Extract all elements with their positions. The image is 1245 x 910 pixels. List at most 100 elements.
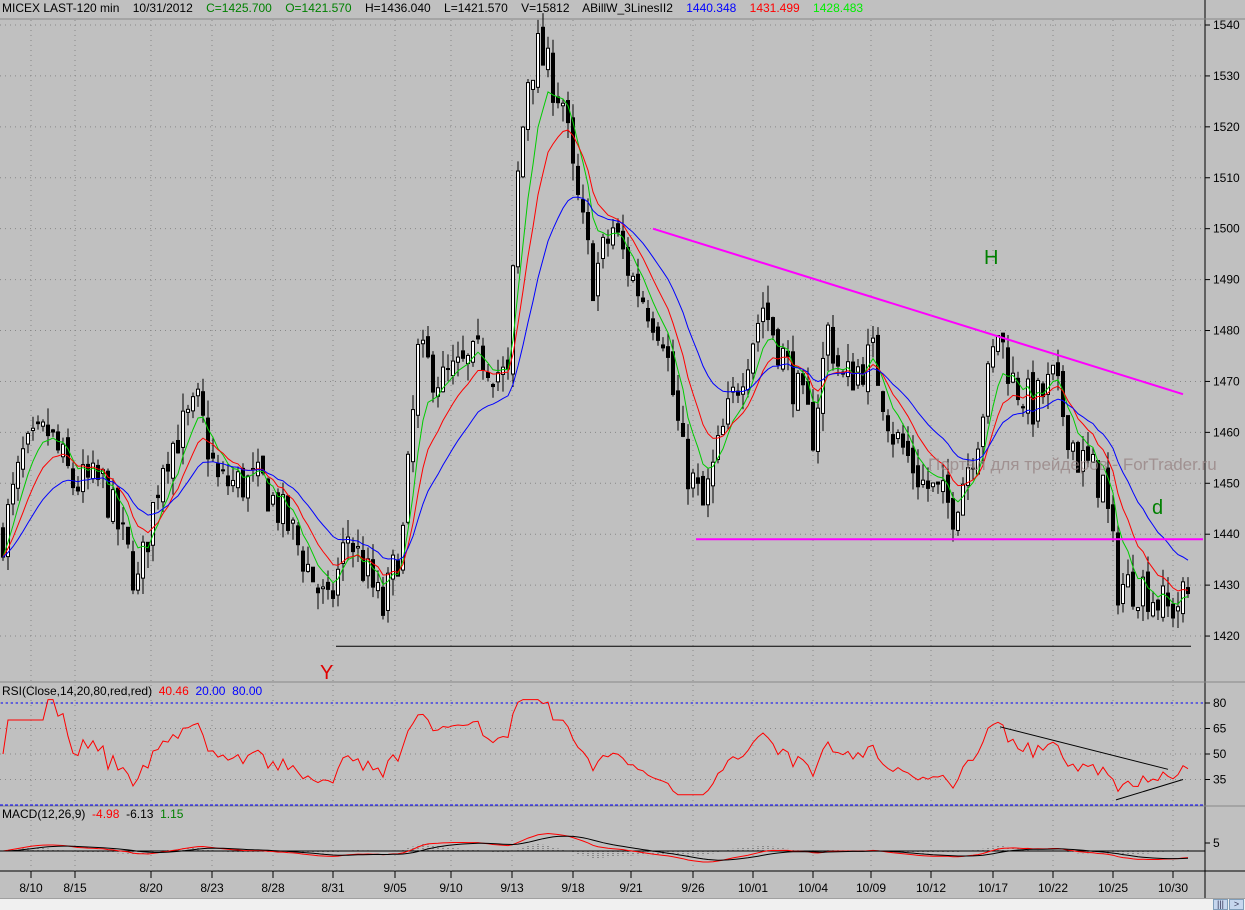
candle-body (386, 572, 390, 611)
candle-body (751, 343, 755, 374)
candle-body (176, 439, 180, 454)
date-tick-label: 9/21 (619, 881, 643, 895)
candle-body (1146, 571, 1150, 612)
candle-body (76, 486, 80, 492)
candle-body (231, 479, 235, 487)
annotation-h: H (984, 247, 999, 269)
candle-body (41, 421, 45, 427)
rsi-line (2, 699, 1189, 796)
candle-body (761, 307, 765, 323)
scroll-right-button[interactable]: > (1229, 899, 1244, 910)
date-tick-label: 8/20 (139, 881, 163, 895)
candle-body (601, 236, 605, 260)
candle-body (641, 297, 645, 303)
candle-body (136, 573, 140, 591)
candle-body (1136, 607, 1140, 612)
price-tick-label: 1500 (1213, 222, 1240, 236)
date-tick-label: 10/30 (1158, 881, 1188, 895)
macd-tick-label: 5 (1213, 836, 1220, 850)
candle-body (671, 351, 675, 396)
macd-line (2, 832, 1189, 863)
macd-hist: 1.15 (160, 807, 184, 821)
date-tick-label: 9/05 (383, 881, 407, 895)
candle-body (921, 479, 925, 486)
candle-body (271, 494, 275, 505)
indicator-name: ABillW_3LinesII2 (582, 1, 673, 15)
candle-body (286, 495, 290, 531)
candle-body (886, 415, 890, 432)
scroll-thumb[interactable]: ||| (1213, 899, 1228, 910)
candle-body (911, 447, 915, 474)
price-tick-label: 1540 (1213, 18, 1240, 32)
price-tick-label: 1440 (1213, 527, 1240, 541)
candle-body (681, 423, 685, 437)
candle-body (276, 492, 280, 523)
candle-body (706, 478, 710, 506)
candle-body (16, 461, 20, 489)
candle-body (1141, 576, 1145, 607)
date-tick-label: 10/25 (1098, 881, 1128, 895)
candle-body (91, 462, 95, 480)
candle-body (986, 363, 990, 417)
candle-body (131, 551, 135, 591)
macd-name: MACD(12,26,9) (2, 807, 86, 821)
candle-body (486, 372, 490, 378)
candle-body (476, 335, 480, 340)
ma-green-value: 1428.483 (813, 1, 864, 15)
candle-body (856, 366, 860, 386)
candle-body (26, 432, 30, 445)
candle-body (31, 427, 35, 431)
candle-body (331, 590, 335, 599)
candle-body (746, 369, 750, 391)
candle-body (536, 33, 540, 88)
candle-body (96, 464, 100, 480)
date-tick-label: 9/18 (561, 881, 585, 895)
candle-body (701, 475, 705, 506)
high-value: H=1436.040 (364, 1, 431, 15)
candle-body (591, 243, 595, 302)
candle-body (321, 586, 325, 590)
candle-body (1161, 585, 1165, 618)
candle-body (1151, 602, 1155, 617)
date-tick-label: 8/31 (321, 881, 345, 895)
candle-body (686, 438, 690, 490)
candle-body (236, 471, 240, 489)
rsi-tick-label: 80 (1213, 696, 1227, 710)
price-chart[interactable]: 1420 1430 1440 1450 1460 1470 1480 1490 1500 1510… (0, 0, 1245, 898)
candle-body (531, 79, 535, 90)
price-tick-label: 1450 (1213, 476, 1240, 490)
trendline-resistance (652, 227, 1184, 396)
candle-body (241, 467, 245, 498)
candle-body (891, 434, 895, 445)
date-label: 10/31/2012 (132, 1, 193, 15)
price-tick-label: 1490 (1213, 273, 1240, 287)
close-value: C=1425.700 (206, 1, 272, 15)
date-tick-label: 9/13 (500, 881, 524, 895)
candle-body (771, 317, 775, 336)
candle-body (11, 483, 15, 505)
date-tick-label: 10/12 (916, 881, 946, 895)
candle-body (421, 339, 425, 345)
candle-body (901, 433, 905, 448)
rsi-tick-label: 65 (1213, 722, 1227, 736)
candle-body (816, 407, 820, 452)
candle-body (326, 581, 330, 590)
macd-value: -4.98 (92, 807, 120, 821)
candle-body (581, 199, 585, 213)
rsi-high-level: 80.00 (232, 684, 263, 698)
candle-body (111, 489, 115, 522)
date-tick-label: 10/17 (978, 881, 1008, 895)
candle-body (561, 102, 565, 107)
candle-body (296, 525, 300, 546)
candle-body (156, 494, 160, 499)
candle-body (446, 368, 450, 371)
candle-body (616, 223, 620, 233)
candle-body (796, 372, 800, 411)
horizontal-scrollbar[interactable]: ||| > (0, 898, 1245, 910)
candle-body (831, 326, 835, 364)
candle-body (896, 432, 900, 440)
date-tick-label: 8/15 (63, 881, 87, 895)
date-tick-label: 9/26 (681, 881, 705, 895)
candle-body (1071, 442, 1075, 452)
ma-mid-line (2, 129, 1189, 592)
